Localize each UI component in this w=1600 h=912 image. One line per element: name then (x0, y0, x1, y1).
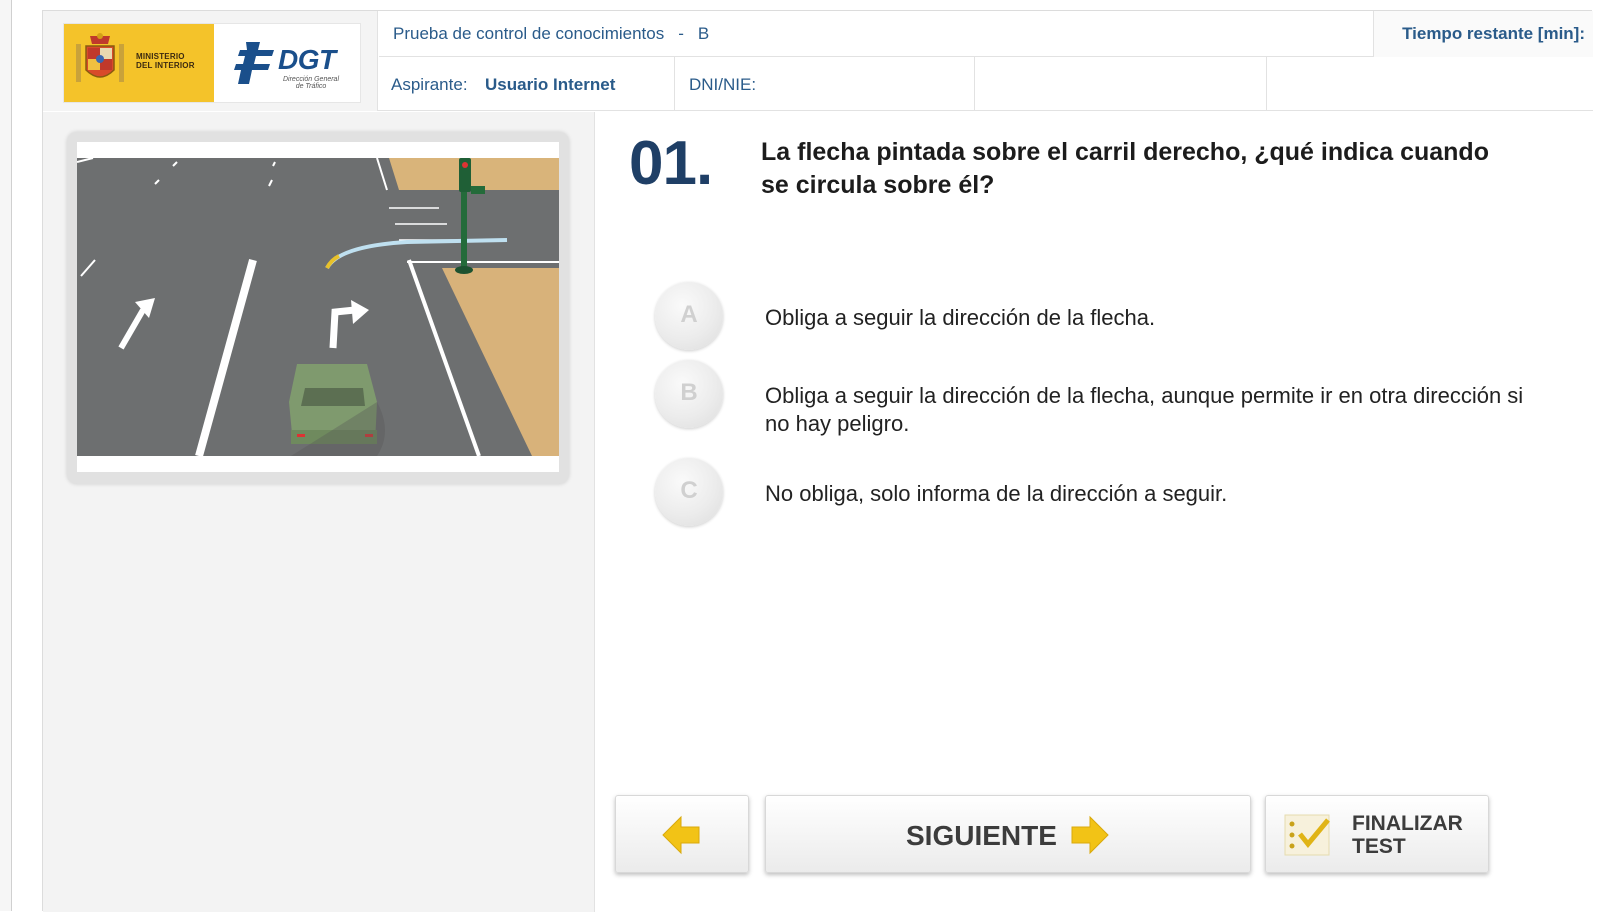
logo-area: MINISTERIO DEL INTERIOR DGT Dirección Ge… (43, 11, 378, 111)
finish-label-line1: FINALIZAR (1352, 812, 1463, 835)
ministerio-line1: MINISTERIO (136, 52, 185, 61)
time-remaining-cell: Tiempo restante [min]: (1373, 11, 1593, 57)
ministerio-logo: MINISTERIO DEL INTERIOR (64, 24, 214, 102)
answer-b-text[interactable]: Obliga a seguir la dirección de la flech… (765, 382, 1525, 438)
info-cell-empty-2 (1267, 57, 1593, 111)
arrow-right-icon (1071, 815, 1109, 855)
dgt-logo: DGT Dirección General de Tráfico (216, 24, 360, 102)
logo-card: MINISTERIO DEL INTERIOR DGT Dirección Ge… (63, 23, 361, 103)
question-text: La flecha pintada sobre el carril derech… (761, 138, 1489, 199)
next-button-label: SIGUIENTE (906, 820, 1057, 851)
answer-option-a[interactable]: A Obliga a seguir la dirección de la fle… (655, 282, 1535, 352)
previous-button[interactable] (615, 795, 749, 873)
time-remaining-label: Tiempo restante [min]: (1402, 24, 1585, 43)
header: MINISTERIO DEL INTERIOR DGT Dirección Ge… (43, 11, 1593, 111)
aspirante-cell: Aspirante: Usuario Internet (379, 57, 675, 111)
finish-test-button[interactable]: FINALIZAR TEST (1265, 795, 1489, 873)
finish-label-line2: TEST (1352, 835, 1406, 858)
answer-c-text[interactable]: No obliga, solo informa de la dirección … (765, 480, 1525, 508)
question-panel: 01. La flecha pintada sobre el carril de… (595, 112, 1593, 912)
info-cell-empty-1 (975, 57, 1267, 111)
ministerio-line2: DEL INTERIOR (136, 61, 195, 70)
image-panel (43, 112, 595, 912)
dgt-wordmark: DGT (278, 44, 336, 75)
checklist-icon (1284, 814, 1330, 856)
question-number: 01. (629, 129, 713, 198)
ministerio-text: MINISTERIO DEL INTERIOR (136, 52, 206, 70)
answer-option-b[interactable]: B Obliga a seguir la dirección de la fle… (655, 360, 1535, 436)
aspirante-value: Usuario Internet (485, 75, 616, 94)
question-image (77, 142, 559, 472)
answer-b-radio[interactable]: B (655, 360, 723, 428)
answer-c-letter: C (680, 477, 698, 504)
aspirante-label: Aspirante: (391, 75, 468, 94)
answer-b-letter: B (680, 379, 698, 406)
title-separator: - (678, 24, 684, 43)
test-title-text: Prueba de control de conocimientos (393, 24, 665, 43)
window-edge (0, 0, 12, 911)
arrow-left-icon (662, 815, 700, 855)
dgt-subtitle: Dirección General de Tráfico (272, 76, 350, 90)
next-button[interactable]: SIGUIENTE (765, 795, 1251, 873)
answer-a-text[interactable]: Obliga a seguir la dirección de la flech… (765, 304, 1525, 332)
test-title: Prueba de control de conocimientos - B (393, 24, 709, 44)
dgt-sub-line1: Dirección General (282, 76, 340, 83)
header-title-row: Prueba de control de conocimientos - B Tie… (379, 11, 1593, 57)
permit-class: B (697, 24, 710, 43)
finish-button-label: FINALIZAR TEST (1352, 812, 1482, 858)
coat-of-arms-icon (76, 33, 124, 82)
answer-a-letter: A (680, 301, 698, 328)
question-image-frame (67, 132, 569, 484)
dni-cell: DNI/NIE: (675, 57, 975, 111)
answer-a-radio[interactable]: A (655, 282, 723, 350)
road-scene-illustration (77, 142, 559, 472)
answer-option-c[interactable]: C No obliga, solo informa de la direcció… (655, 458, 1535, 528)
dni-label: DNI/NIE: (689, 75, 757, 94)
header-info-row: Aspirante: Usuario Internet DNI/NIE: (379, 57, 1593, 111)
exam-app: MINISTERIO DEL INTERIOR DGT Dirección Ge… (42, 10, 1593, 912)
dgt-sub-line2: de Tráfico (295, 83, 327, 90)
answer-c-radio[interactable]: C (655, 458, 723, 526)
